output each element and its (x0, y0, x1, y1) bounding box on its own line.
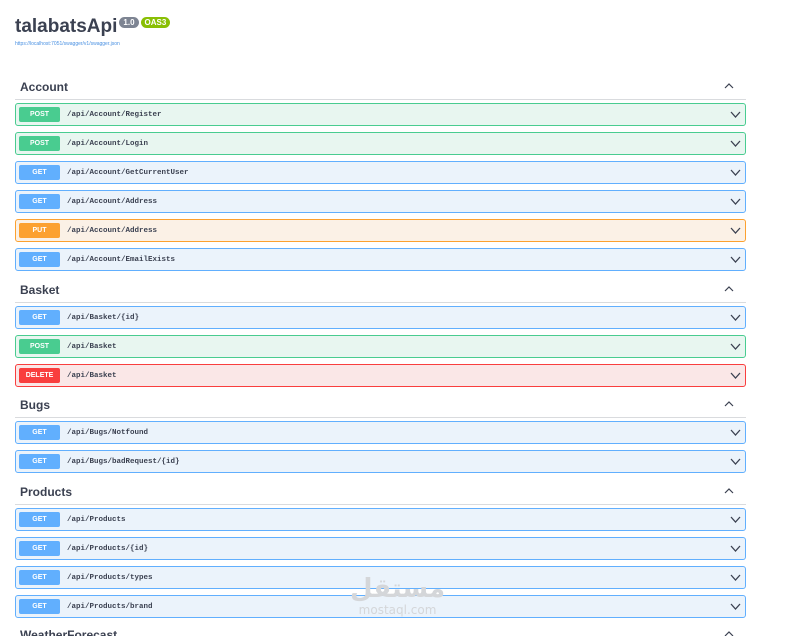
operation-row[interactable]: GET /api/Products/{id} (15, 537, 746, 560)
operation-path: /api/Account/Address (67, 226, 158, 235)
chevron-down-icon[interactable] (730, 197, 741, 206)
chevron-up-icon[interactable] (724, 486, 734, 496)
watermark-logo: مستقل mostaql.com (350, 575, 445, 617)
tag-name: Products (20, 484, 73, 499)
chevron-down-icon[interactable] (730, 226, 741, 235)
method-badge: POST (19, 136, 60, 151)
chevron-down-icon[interactable] (730, 168, 741, 177)
operation-path: /api/Products (67, 515, 126, 524)
method-badge: PUT (19, 223, 60, 238)
tag-name: Basket (20, 282, 60, 297)
version-badge: 1.0 (119, 17, 139, 28)
tag-name: Bugs (20, 397, 50, 412)
operation-path: /api/Basket (67, 342, 117, 351)
operation-path: /api/Account/Address (67, 197, 158, 206)
operation-path: /api/Account/EmailExists (67, 255, 176, 264)
operation-path: /api/Bugs/badRequest/{id} (67, 457, 180, 466)
tag-section-basket: Basket (15, 277, 746, 303)
operation-path: /api/Account/Register (67, 110, 162, 119)
chevron-down-icon[interactable] (730, 371, 741, 380)
method-badge: POST (19, 339, 60, 354)
chevron-down-icon[interactable] (730, 428, 741, 437)
operation-path: /api/Account/GetCurrentUser (67, 168, 189, 177)
chevron-down-icon[interactable] (730, 602, 741, 611)
operation-path: /api/Bugs/Notfound (67, 428, 149, 437)
chevron-down-icon[interactable] (730, 342, 741, 351)
title-row: talabatsApi 1.0 OAS3 (15, 15, 171, 39)
oas-badge: OAS3 (140, 17, 171, 28)
operation-row[interactable]: GET /api/Account/GetCurrentUser (15, 161, 746, 184)
tag-name: WeatherForecast (20, 627, 118, 636)
chevron-down-icon[interactable] (730, 544, 741, 553)
operation-path: /api/Products/brand (67, 602, 153, 611)
tag-section-weatherforecast: WeatherForecast (15, 622, 746, 636)
operation-path: /api/Basket (67, 371, 117, 380)
operation-row[interactable]: DELETE /api/Basket (15, 364, 746, 387)
method-badge: GET (19, 570, 60, 585)
chevron-down-icon[interactable] (730, 313, 741, 322)
operation-row[interactable]: GET /api/Basket/{id} (15, 306, 746, 329)
watermark-arabic: مستقل (350, 574, 446, 604)
operation-row[interactable]: POST /api/Basket (15, 335, 746, 358)
operation-row[interactable]: GET /api/Bugs/Notfound (15, 421, 746, 444)
tag-header-products[interactable]: Products (15, 479, 746, 505)
method-badge: GET (19, 599, 60, 614)
method-badge: GET (19, 425, 60, 440)
method-badge: GET (19, 512, 60, 527)
chevron-down-icon[interactable] (730, 139, 741, 148)
tag-name: Account (20, 79, 68, 94)
operation-row[interactable]: POST /api/Account/Register (15, 103, 746, 126)
method-badge: GET (19, 194, 60, 209)
spec-json-link[interactable]: https://localhost:7051/swagger/v1/swagge… (15, 41, 170, 47)
tag-header-bugs[interactable]: Bugs (15, 392, 746, 418)
operation-row[interactable]: GET /api/Bugs/badRequest/{id} (15, 450, 746, 473)
chevron-down-icon[interactable] (730, 255, 741, 264)
tag-section-products: Products (15, 479, 746, 505)
operation-row[interactable]: GET /api/Products (15, 508, 746, 531)
method-badge: POST (19, 107, 60, 122)
operation-row[interactable]: PUT /api/Account/Address (15, 219, 746, 242)
operation-path: /api/Products/{id} (67, 544, 149, 553)
method-badge: GET (19, 165, 60, 180)
chevron-down-icon[interactable] (730, 515, 741, 524)
tag-header-weatherforecast[interactable]: WeatherForecast (15, 622, 746, 636)
method-badge: GET (19, 252, 60, 267)
operation-path: /api/Account/Login (67, 139, 149, 148)
operation-path: /api/Products/types (67, 573, 153, 582)
chevron-up-icon[interactable] (724, 399, 734, 409)
method-badge: GET (19, 454, 60, 469)
method-badge: GET (19, 541, 60, 556)
tag-section-bugs: Bugs (15, 392, 746, 418)
chevron-down-icon[interactable] (730, 573, 741, 582)
operation-row[interactable]: GET /api/Account/EmailExists (15, 248, 746, 271)
chevron-down-icon[interactable] (730, 457, 741, 466)
api-title: talabatsApi (15, 16, 118, 37)
tag-header-account[interactable]: Account (15, 74, 746, 100)
method-badge: DELETE (19, 368, 60, 383)
tag-header-basket[interactable]: Basket (15, 277, 746, 303)
chevron-up-icon[interactable] (724, 81, 734, 91)
api-info: talabatsApi 1.0 OAS3 https://localhost:7… (15, 15, 171, 47)
chevron-down-icon[interactable] (730, 110, 741, 119)
chevron-up-icon[interactable] (724, 629, 734, 636)
tag-section-account: Account (15, 74, 746, 100)
operation-row[interactable]: POST /api/Account/Login (15, 132, 746, 155)
operation-row[interactable]: GET /api/Account/Address (15, 190, 746, 213)
watermark-latin: mostaql.com (358, 603, 437, 617)
method-badge: GET (19, 310, 60, 325)
chevron-up-icon[interactable] (724, 284, 734, 294)
operation-path: /api/Basket/{id} (67, 313, 140, 322)
